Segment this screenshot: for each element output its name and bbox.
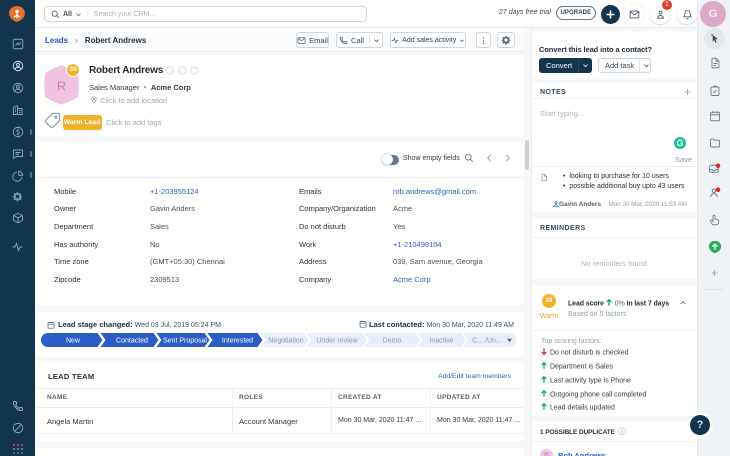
- svg-text:Contacted: Contacted: [116, 338, 148, 345]
- svg-text:R: R: [56, 79, 65, 93]
- svg-text:New: New: [65, 338, 80, 345]
- svg-text:Under review: Under review: [316, 338, 358, 345]
- svg-text:Negotiation: Negotiation: [268, 338, 304, 345]
- svg-text:Sent Proposal: Sent Proposal: [163, 338, 207, 345]
- svg-text:C... /Un...: C... /Un...: [472, 338, 502, 345]
- svg-text:Interested: Interested: [221, 338, 252, 345]
- svg-text:Inactive: Inactive: [429, 338, 453, 345]
- svg-text:Demo: Demo: [382, 338, 401, 345]
